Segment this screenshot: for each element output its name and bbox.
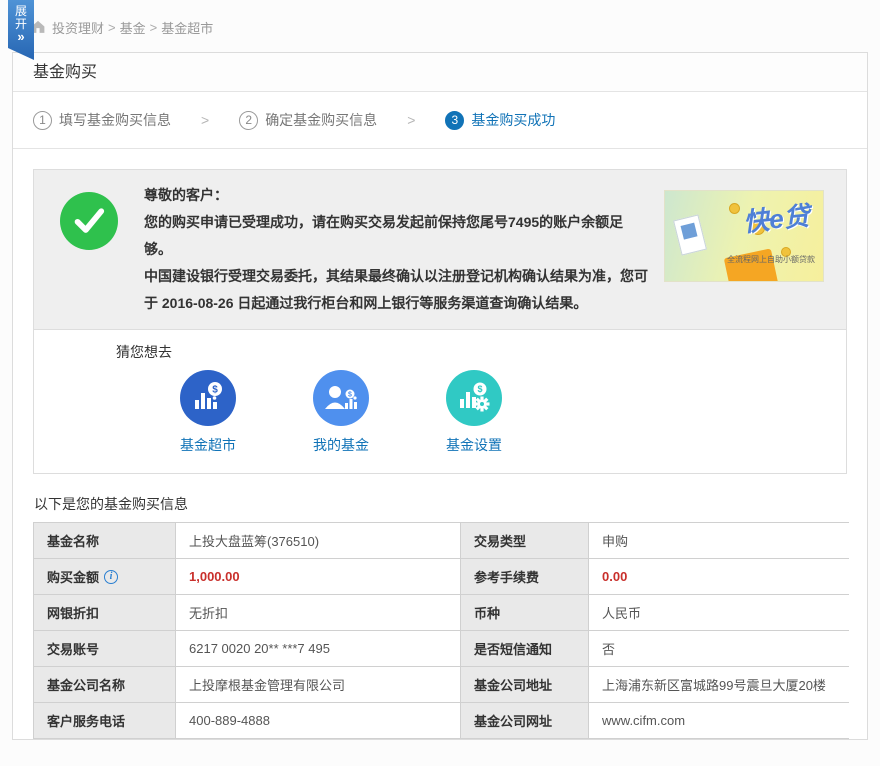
step-2-label: 确定基金购买信息 [265, 110, 377, 130]
step-3-active: 3 基金购买成功 [445, 110, 555, 130]
step-1: 1 填写基金购买信息 [33, 110, 171, 130]
message-greeting: 尊敬的客户： [144, 182, 650, 209]
fund-market-icon: $ [180, 370, 236, 426]
shortcut-my-funds[interactable]: $ 我的基金 [291, 370, 391, 455]
step-separator: > [407, 112, 415, 128]
detail-label: 参考手续费 [461, 559, 588, 594]
success-message-section: 尊敬的客户： 您的购买申请已受理成功，请在购买交易发起前保持您尾号7495的账户… [34, 170, 846, 329]
breadcrumb-item-fund[interactable]: 基金 [120, 18, 146, 37]
detail-value-company-name: 上投摩根基金管理有限公司 [176, 667, 460, 702]
detail-value-sms-notify: 否 [589, 631, 849, 666]
purchase-result-box: 尊敬的客户： 您的购买申请已受理成功，请在购买交易发起前保持您尾号7495的账户… [33, 169, 847, 474]
detail-label: 基金名称 [34, 523, 175, 558]
step-3-label: 基金购买成功 [471, 110, 555, 130]
svg-text:$: $ [477, 384, 482, 394]
detail-label: 网银折扣 [34, 595, 175, 630]
detail-label: 交易类型 [461, 523, 588, 558]
page-title: 基金购买 [13, 53, 867, 92]
quick-loan-ad-banner[interactable]: 快e贷 全流程网上自助小额贷款 [664, 190, 824, 282]
step-1-number: 1 [33, 111, 52, 130]
message-line1: 您的购买申请已受理成功，请在购买交易发起前保持您尾号7495的账户余额足够。 [144, 209, 650, 263]
detail-value-purchase-amount: 1,000.00 [176, 559, 460, 594]
breadcrumb-separator: > [150, 20, 158, 35]
detail-value-account: 6217 0020 20** ***7 495 [176, 631, 460, 666]
detail-value-service-phone: 400-889-4888 [176, 703, 460, 738]
detail-label: 基金公司名称 [34, 667, 175, 702]
my-funds-icon: $ [313, 370, 369, 426]
shortcut-fund-market[interactable]: $ 基金超市 [158, 370, 258, 455]
success-check-icon [60, 192, 118, 250]
svg-text:$: $ [348, 392, 352, 399]
suggestions-section: 猜您想去 $ 基金超市 [34, 329, 846, 473]
banner-title: 快e贷 [741, 196, 811, 240]
shortcut-fund-settings[interactable]: $ 基金设置 [424, 370, 524, 455]
purchase-details-table: 基金名称 上投大盘蓝筹(376510) 交易类型 申购 购买金额 i 1,000… [33, 522, 849, 739]
breadcrumb-separator: > [108, 20, 116, 35]
coin-graphic [729, 203, 740, 214]
detail-label: 基金公司网址 [461, 703, 588, 738]
shortcut-label: 基金设置 [424, 435, 524, 455]
shortcut-label: 我的基金 [291, 435, 391, 455]
message-line2: 中国建设银行受理交易委托，其结果最终确认以注册登记机构确认结果为准，您可于 20… [144, 263, 650, 317]
detail-value-fee: 0.00 [589, 559, 849, 594]
info-icon[interactable]: i [104, 570, 118, 584]
step-1-label: 填写基金购买信息 [59, 110, 171, 130]
svg-text:$: $ [212, 385, 218, 396]
step-indicator: 1 填写基金购买信息 > 2 确定基金购买信息 > 3 基金购买成功 [13, 92, 867, 149]
breadcrumb: 投资理财 > 基金 > 基金超市 [0, 0, 880, 52]
detail-label-purchase-amount: 购买金额 i [34, 559, 175, 594]
detail-label: 客户服务电话 [34, 703, 175, 738]
fund-purchase-panel: 基金购买 1 填写基金购买信息 > 2 确定基金购买信息 > 3 基金购买成功 … [12, 52, 868, 740]
step-separator: > [201, 112, 209, 128]
bankbook-graphic [673, 214, 707, 255]
success-message: 尊敬的客户： 您的购买申请已受理成功，请在购买交易发起前保持您尾号7495的账户… [144, 182, 664, 317]
step-2: 2 确定基金购买信息 [239, 110, 377, 130]
detail-value-currency: 人民币 [589, 595, 849, 630]
detail-label: 基金公司地址 [461, 667, 588, 702]
step-3-number: 3 [445, 111, 464, 130]
detail-label: 币种 [461, 595, 588, 630]
breadcrumb-item-invest[interactable]: 投资理财 [52, 18, 104, 37]
detail-value-discount: 无折扣 [176, 595, 460, 630]
detail-value-company-address: 上海浦东新区富城路99号震旦大厦20楼 [589, 667, 849, 702]
shortcut-label: 基金超市 [158, 435, 258, 455]
banner-subtitle: 全流程网上自助小额贷款 [727, 254, 815, 265]
details-section-title: 以下是您的基金购买信息 [34, 494, 846, 514]
fund-settings-icon: $ [446, 370, 502, 426]
expand-label: 展开 [15, 5, 27, 31]
detail-value-fund-name: 上投大盘蓝筹(376510) [176, 523, 460, 558]
suggestions-title: 猜您想去 [34, 342, 846, 362]
double-chevron-right-icon: » [8, 31, 34, 43]
detail-value-trade-type: 申购 [589, 523, 849, 558]
breadcrumb-item-fund-market[interactable]: 基金超市 [161, 18, 213, 37]
step-2-number: 2 [239, 111, 258, 130]
detail-value-company-website: www.cifm.com [589, 703, 849, 738]
detail-label: 是否短信通知 [461, 631, 588, 666]
detail-label: 交易账号 [34, 631, 175, 666]
